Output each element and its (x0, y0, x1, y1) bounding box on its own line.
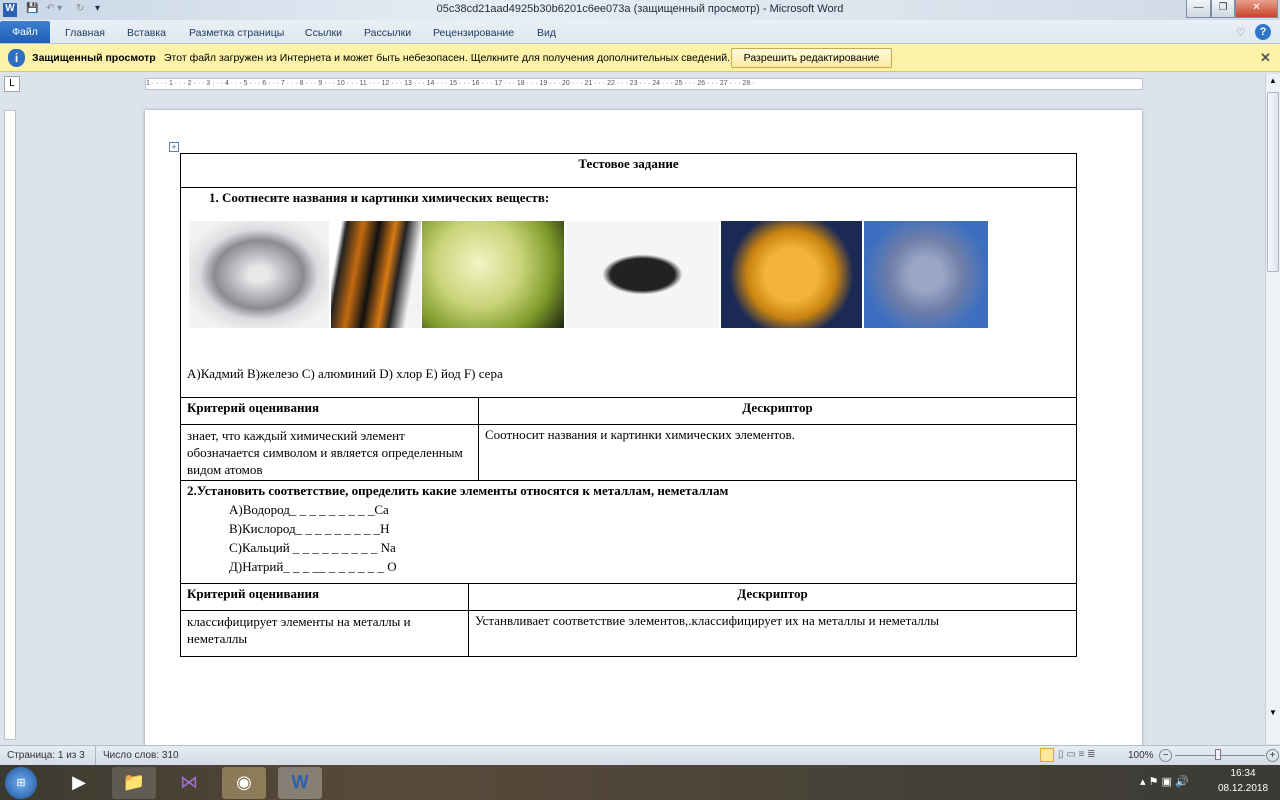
ribbon-tabs: Главная Вставка Разметка страницы Ссылки… (0, 20, 1280, 44)
chlorine-image (422, 221, 564, 328)
word-taskbar-icon[interactable]: W (278, 767, 322, 799)
enable-editing-button[interactable]: Разрешить редактирование (731, 48, 892, 68)
tab-view[interactable]: Вид (537, 24, 556, 42)
question-2-cell: 2.Установить соответствие, определить ка… (180, 480, 1077, 584)
vertical-ruler[interactable] (4, 110, 16, 740)
view-mode-icons[interactable]: ▯ ▭ ≡ ≣ (1058, 749, 1096, 760)
protected-view-title: Защищенный просмотр (32, 52, 156, 64)
close-message-bar-icon[interactable]: ✕ (1260, 50, 1271, 66)
question-2-item: В)Кислород_ _ _ _ _ _ _ _ _Н (229, 521, 390, 536)
horizontal-ruler[interactable]: 1 · · · · 1 · · · 2 · · · 3 · · · 4 · · … (145, 78, 1143, 90)
test-table: Тестовое задание 1. Соотнесите названия … (180, 153, 1077, 584)
tab-review[interactable]: Рецензирование (433, 24, 514, 42)
word-count[interactable]: Число слов: 310 (103, 750, 179, 761)
status-bar: Страница: 1 из 3 Число слов: 310 ▯ ▭ ≡ ≣… (0, 745, 1280, 765)
minimize-button[interactable]: — (1186, 0, 1211, 18)
scrollbar-thumb[interactable] (1267, 92, 1279, 272)
close-button[interactable]: ✕ (1235, 0, 1278, 18)
sulfur-image (721, 221, 862, 328)
taskbar: ⊞ ▶ 📁 ⋈ ◉ W ▴ ⚑ ▣ 🔊 16:34 08.12.2018 (0, 765, 1280, 800)
descriptor-header-2: Дескриптор (468, 583, 1077, 611)
zoom-out-button[interactable]: − (1159, 749, 1172, 762)
print-layout-icon[interactable] (1040, 748, 1054, 762)
question-1-descriptor: Соотносит названия и картинки химических… (478, 424, 1077, 481)
tab-selector-button[interactable]: L (4, 76, 20, 92)
window-title: 05c38cd21aad4925b30b6201c6ee073a (защище… (436, 3, 844, 15)
batteries-image (331, 221, 421, 328)
tab-mailings[interactable]: Рассылки (364, 24, 411, 42)
tab-references[interactable]: Ссылки (305, 24, 342, 42)
document-page[interactable]: + Тестовое задание 1. Соотнесите названи… (145, 110, 1142, 750)
title-bar: W 💾 ↶ ▾ ↻ ▾ 05c38cd21aad4925b30b6201c6ee… (0, 0, 1280, 20)
tray-time[interactable]: 16:34 (1218, 768, 1268, 779)
maximize-button[interactable]: ❐ (1211, 0, 1235, 18)
vertical-scrollbar[interactable]: ▲ ▼ (1265, 74, 1280, 744)
media-player-icon[interactable]: ▶ (57, 767, 101, 799)
descriptor-header: Дескриптор (478, 397, 1077, 425)
question-2-item: Д)Натрий_ _ _ __ _ _ _ _ _ _ О (229, 559, 397, 574)
start-button[interactable]: ⊞ (5, 767, 37, 799)
zoom-slider-thumb[interactable] (1215, 749, 1221, 760)
shield-info-icon: i (8, 49, 25, 67)
explorer-icon[interactable]: 📁 (112, 767, 156, 799)
cadmium-image (864, 221, 988, 328)
table-move-handle-icon[interactable]: + (169, 142, 179, 152)
protected-view-message[interactable]: Этот файл загружен из Интернета и может … (164, 52, 730, 64)
tab-insert[interactable]: Вставка (127, 24, 166, 42)
question-2-descriptor: Устанвливает соответствие элементов,.кла… (468, 610, 1077, 657)
help-icon[interactable]: ? (1255, 24, 1271, 40)
visual-studio-icon[interactable]: ⋈ (167, 767, 211, 799)
question-2-item: С)Кальций _ _ _ _ _ _ _ _ _ Na (229, 540, 396, 555)
tray-date[interactable]: 08.12.2018 (1214, 783, 1272, 794)
scroll-down-icon[interactable]: ▼ (1269, 708, 1277, 717)
question-1-cell: 1. Соотнесите названия и картинки химиче… (180, 187, 1077, 398)
question-2: 2.Установить соответствие, определить ка… (187, 483, 729, 498)
chrome-icon[interactable]: ◉ (222, 767, 266, 799)
scroll-up-icon[interactable]: ▲ (1269, 76, 1277, 85)
page-count[interactable]: Страница: 1 из 3 (7, 750, 85, 761)
iron-powder-image (566, 221, 719, 328)
minimize-ribbon-icon[interactable]: ♡ (1236, 24, 1245, 42)
criteria-header-2: Критерий оценивания (180, 583, 469, 611)
question-2-criterion: классифицирует элементы на металлы и нем… (180, 610, 469, 657)
question-2-item: А)Водород_ _ _ _ _ _ _ _ _Са (229, 502, 389, 517)
tab-page-layout[interactable]: Разметка страницы (189, 24, 284, 42)
tray-icons[interactable]: ▴ ⚑ ▣ 🔊 (1140, 775, 1189, 788)
question-1-criterion: знает, что каждый химический элемент обо… (180, 424, 479, 481)
aluminium-image (189, 221, 329, 328)
criteria-header: Критерий оценивания (180, 397, 479, 425)
question-1-options: А)Кадмий В)железо С) алюминий D) хлор E)… (187, 366, 503, 381)
tab-file[interactable]: Файл (0, 21, 50, 43)
question-1: 1. Соотнесите названия и картинки химиче… (209, 190, 550, 205)
tab-home[interactable]: Главная (65, 24, 105, 42)
test-title: Тестовое задание (180, 153, 1077, 188)
protected-view-bar: i Защищенный просмотр Этот файл загружен… (0, 44, 1280, 72)
zoom-in-button[interactable]: + (1266, 749, 1279, 762)
zoom-level[interactable]: 100% (1128, 750, 1154, 761)
